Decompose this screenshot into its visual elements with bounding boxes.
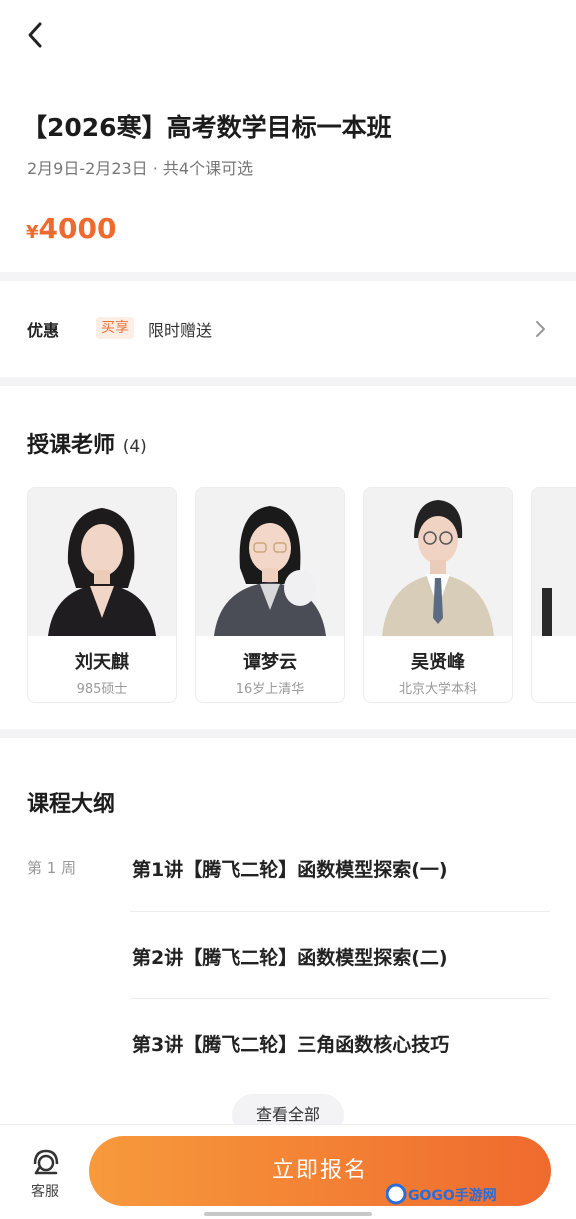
teacher-name: 刘天麒 <box>75 652 129 673</box>
course-title: 【2026寒】高考数学目标一本班 <box>22 113 392 142</box>
price-amount: 4000 <box>38 212 117 245</box>
teacher-desc: 985硕士 <box>76 682 128 697</box>
back-arrow-icon[interactable] <box>22 20 52 50</box>
teacher-card-partial[interactable] <box>531 487 576 703</box>
teacher-desc: 北京大学本科 <box>398 682 477 697</box>
course-price: ¥4000 <box>26 212 116 245</box>
teacher-card[interactable]: 吴贤峰 北京大学本科 <box>363 487 513 703</box>
watermark-logo: GOGO手游网 <box>386 1183 497 1205</box>
teachers-title: 授课老师 <box>27 433 116 458</box>
lesson-item[interactable]: 第3讲【腾飞二轮】三角函数核心技巧 <box>132 1030 449 1057</box>
promo-text: 限时赠送 <box>148 321 213 340</box>
teacher-card[interactable]: 刘天麒 985硕士 <box>27 487 177 703</box>
teacher-photo <box>196 488 344 636</box>
lesson-item[interactable]: 第2讲【腾飞二轮】函数模型探索(二) <box>132 943 448 970</box>
teacher-photo <box>28 488 176 636</box>
teacher-photo <box>364 488 512 636</box>
teacher-photo <box>532 488 576 636</box>
teacher-card[interactable]: 谭梦云 16岁上清华 <box>195 487 345 703</box>
home-indicator <box>204 1212 372 1216</box>
customer-service-label[interactable]: 客服 <box>31 1181 59 1201</box>
teachers-count: (4) <box>122 437 147 457</box>
promo-row[interactable] <box>0 281 576 377</box>
week-label: 第 1 周 <box>27 859 77 877</box>
course-schedule: 2月9日-2月23日 · 共4个课可选 <box>27 159 254 178</box>
promo-label: 优惠 <box>27 321 60 340</box>
lesson-item[interactable]: 第1讲【腾飞二轮】函数模型探索(一) <box>132 855 448 882</box>
divider <box>130 998 550 999</box>
teacher-name: 谭梦云 <box>243 652 297 673</box>
teacher-name: 吴贤峰 <box>411 652 465 673</box>
syllabus-title: 课程大纲 <box>27 792 116 817</box>
divider <box>130 911 550 912</box>
currency-symbol: ¥ <box>26 222 39 243</box>
teachers-heading: 授课老师 (4) <box>27 427 147 459</box>
svg-text:GOGO手游网: GOGO手游网 <box>408 1187 497 1204</box>
chevron-right-icon[interactable] <box>532 318 548 340</box>
promo-tag: 买享 <box>96 317 134 339</box>
headset-icon[interactable] <box>30 1146 62 1178</box>
teacher-desc: 16岁上清华 <box>235 682 305 697</box>
